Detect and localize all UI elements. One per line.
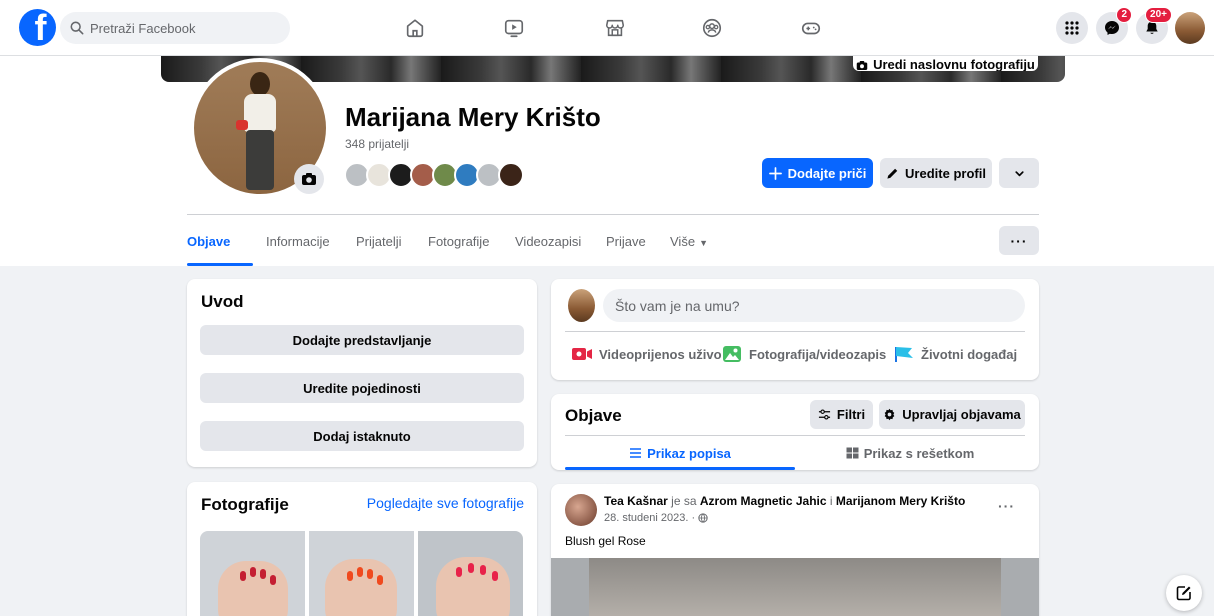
profile-header: Uredi naslovnu fotografiju Marijana Mery… xyxy=(0,56,1214,266)
top-navigation-bar: f 2 20+ xyxy=(0,0,1214,56)
tab-more[interactable]: Više ▼ xyxy=(670,224,730,266)
post-options-button[interactable]: ··· xyxy=(998,498,1015,514)
notifications-badge: 20+ xyxy=(1145,7,1172,23)
tab-videos[interactable]: Videozapisi xyxy=(515,224,606,266)
posts-title: Objave xyxy=(565,406,622,425)
live-video-button[interactable]: Videoprijenos uživo xyxy=(571,345,722,363)
intro-card: Uvod Dodajte predstavljanje Uredite poje… xyxy=(187,279,537,467)
friend-avatar[interactable] xyxy=(498,162,524,188)
sliders-icon xyxy=(818,409,830,420)
tab-check-ins[interactable]: Prijave xyxy=(606,224,670,266)
posts-header-card: Objave Filtri Upravljaj objavama Prikaz … xyxy=(551,394,1039,470)
edit-details-button[interactable]: Uredite pojedinosti xyxy=(200,373,524,403)
video-icon[interactable] xyxy=(500,14,528,42)
grid-icon xyxy=(1065,21,1079,35)
post-card: Tea Kašnar je sa Azrom Magnetic Jahic i … xyxy=(551,484,1039,616)
post-author-avatar[interactable] xyxy=(565,494,597,526)
flag-icon xyxy=(895,347,913,362)
marketplace-icon[interactable] xyxy=(601,14,629,42)
header-divider xyxy=(187,214,1039,215)
live-video-icon xyxy=(572,348,592,360)
account-avatar[interactable] xyxy=(1175,12,1205,44)
composer-divider xyxy=(565,331,1025,332)
photo-video-button[interactable]: Fotografija/videozapis xyxy=(721,345,886,363)
plus-icon xyxy=(768,166,782,180)
gaming-icon[interactable] xyxy=(797,14,825,42)
compose-icon xyxy=(1176,586,1191,601)
notifications-button[interactable]: 20+ xyxy=(1136,7,1172,44)
profile-name: Marijana Mery Krišto xyxy=(345,102,601,132)
menu-grid-button[interactable] xyxy=(1056,12,1088,44)
home-icon[interactable] xyxy=(401,14,429,42)
add-story-button[interactable]: Dodajte priči xyxy=(762,158,873,188)
life-event-button[interactable]: Životni događaj xyxy=(893,345,1017,363)
post-text: Blush gel Rose xyxy=(565,534,646,548)
list-icon xyxy=(630,448,642,458)
tab-posts[interactable]: Objave xyxy=(187,224,266,266)
manage-posts-button[interactable]: Upravljaj objavama xyxy=(879,400,1025,429)
active-view-indicator xyxy=(565,467,795,470)
update-profile-picture-button[interactable] xyxy=(294,164,324,194)
list-view-toggle[interactable]: Prikaz popisa xyxy=(565,436,795,470)
grid-view-toggle[interactable]: Prikaz s rešetkom xyxy=(795,436,1025,470)
whats-on-your-mind-input[interactable]: Što vam je na umu? xyxy=(603,289,1025,322)
edit-cover-photo-button[interactable]: Uredi naslovnu fotografiju xyxy=(853,56,1038,71)
profile-options-dropdown-button[interactable] xyxy=(999,158,1039,188)
tab-friends[interactable]: Prijatelji xyxy=(356,224,428,266)
photo-thumbnail[interactable] xyxy=(418,531,523,616)
search-input[interactable] xyxy=(90,20,260,36)
post-composer-card: Što vam je na umu? Videoprijenos uživo F… xyxy=(551,279,1039,380)
filters-button[interactable]: Filtri xyxy=(810,400,873,429)
groups-icon[interactable] xyxy=(698,14,726,42)
camera-icon xyxy=(302,173,316,185)
grid-view-icon xyxy=(846,447,859,459)
facebook-logo-icon[interactable]: f xyxy=(19,9,56,46)
messenger-button[interactable]: 2 xyxy=(1096,7,1132,44)
search-icon xyxy=(70,21,84,35)
tagged-person-link[interactable]: Azrom Magnetic Jahic xyxy=(700,494,827,508)
search-box[interactable] xyxy=(60,12,290,44)
post-timestamp[interactable]: 28. studeni 2023. · xyxy=(604,512,708,524)
globe-icon xyxy=(698,513,708,523)
add-bio-button[interactable]: Dodajte predstavljanje xyxy=(200,325,524,355)
profile-tabs: Objave Informacije Prijatelji Fotografij… xyxy=(187,224,730,266)
photos-title: Fotografije xyxy=(201,495,289,514)
tab-photos[interactable]: Fotografije xyxy=(428,224,515,266)
photo-icon xyxy=(723,346,741,362)
messenger-badge: 2 xyxy=(1116,7,1132,23)
photo-thumbnail[interactable] xyxy=(200,531,305,616)
gear-icon xyxy=(884,408,895,421)
composer-avatar[interactable] xyxy=(568,289,595,322)
friends-count-link[interactable]: 348 prijatelji xyxy=(345,137,409,151)
tab-about[interactable]: Informacije xyxy=(266,224,356,266)
new-message-button[interactable] xyxy=(1166,575,1202,611)
intro-title: Uvod xyxy=(201,292,244,311)
see-all-photos-link[interactable]: Pogledajte sve fotografije xyxy=(367,495,524,511)
chevron-down-icon xyxy=(1014,170,1024,176)
tagged-person-link[interactable]: Marijanom Mery Krišto xyxy=(836,494,965,508)
edit-profile-button[interactable]: Uredite profil xyxy=(880,158,992,188)
photo-thumbnail[interactable] xyxy=(309,531,414,616)
messenger-icon xyxy=(1105,21,1119,35)
post-image[interactable] xyxy=(551,558,1039,616)
post-author-name[interactable]: Tea Kašnar xyxy=(604,494,668,508)
photos-card: Fotografije Pogledajte sve fotografije xyxy=(187,482,537,616)
friend-avatars-row xyxy=(344,162,544,188)
post-author-line: Tea Kašnar je sa Azrom Magnetic Jahic i … xyxy=(604,494,966,508)
caret-down-icon: ▼ xyxy=(699,238,708,248)
more-options-button[interactable]: ··· xyxy=(999,226,1039,255)
pencil-icon xyxy=(887,168,898,179)
add-featured-button[interactable]: Dodaj istaknuto xyxy=(200,421,524,451)
camera-icon xyxy=(856,61,868,70)
